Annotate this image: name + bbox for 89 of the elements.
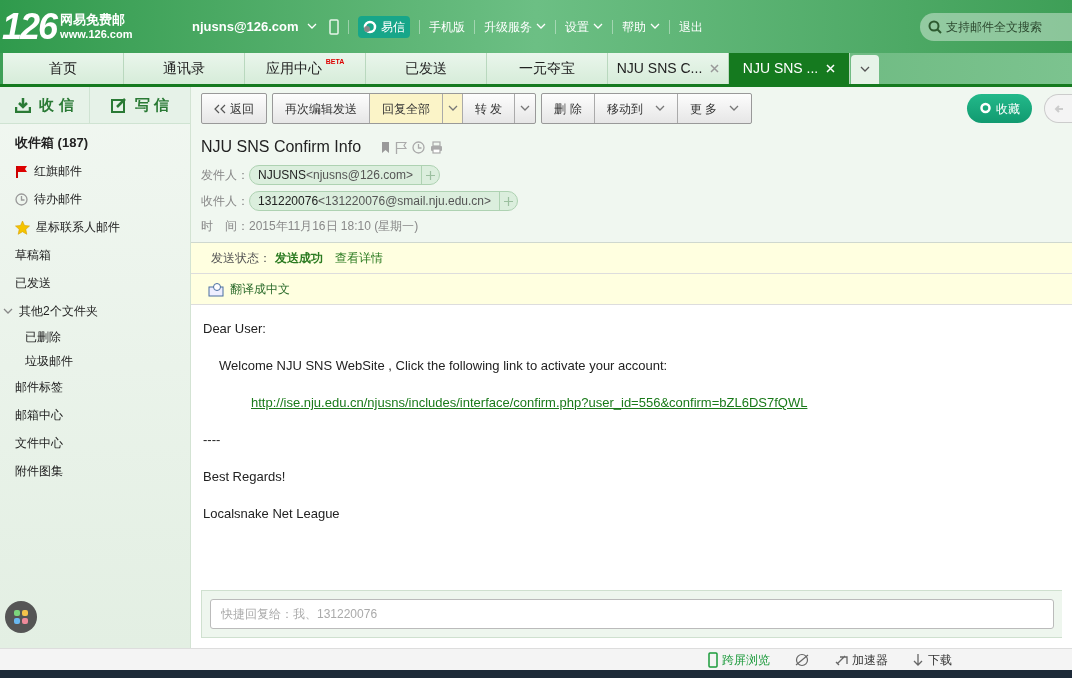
- apps-icon: [14, 610, 28, 624]
- download-icon: [912, 652, 924, 667]
- logo-name: 网易免费邮: [60, 12, 127, 27]
- mail-text: Localsnake Net League: [203, 505, 341, 523]
- contact-address: <njusns@126.com>: [306, 168, 413, 182]
- tab[interactable]: NJU SNS ...: [729, 53, 850, 84]
- chevrons-left-icon: [214, 103, 226, 114]
- caret-icon: [654, 105, 665, 112]
- plus-icon: [425, 170, 435, 180]
- arrow-left-icon: [1053, 103, 1064, 114]
- mail-subject: NJU SNS Confirm Info: [201, 137, 362, 157]
- cross-screen-button[interactable]: 跨屏浏览: [708, 650, 770, 669]
- flag-icon: [15, 164, 28, 178]
- dropdown-button[interactable]: [443, 94, 463, 123]
- caret-icon: [447, 105, 458, 112]
- field-label: 收件人：: [201, 193, 249, 210]
- plus-icon: [504, 196, 514, 206]
- contact-name: NJUSNS: [258, 168, 306, 182]
- download-button[interactable]: 下载: [912, 650, 952, 669]
- search-icon: [928, 20, 942, 34]
- toolbar-button[interactable]: 回复全部: [370, 94, 443, 123]
- accelerator-button[interactable]: 加速器: [834, 650, 888, 669]
- clock-icon: [412, 140, 426, 154]
- caret-icon: [535, 23, 546, 30]
- translate-link[interactable]: 翻译成中文: [230, 280, 290, 298]
- chat-icon: [979, 102, 992, 115]
- back-button[interactable]: 返回: [202, 94, 266, 123]
- tab[interactable]: 首页: [3, 53, 124, 84]
- previous-button[interactable]: [1044, 94, 1072, 123]
- mail-text: Welcome NJU SNS WebSite , Click the following link to activate your account:: [218, 357, 669, 375]
- receive-button[interactable]: 收 信: [0, 87, 90, 123]
- status-value: 发送成功: [275, 250, 323, 267]
- download-icon: [15, 97, 32, 113]
- apps-button[interactable]: [5, 601, 37, 633]
- field-label: 发件人：: [201, 167, 249, 184]
- tab[interactable]: NJU SNS C...: [608, 53, 729, 84]
- folder-item[interactable]: 红旗邮件: [0, 157, 190, 185]
- folder-item[interactable]: 收件箱 (187): [0, 129, 190, 157]
- write-button[interactable]: 写 信: [90, 87, 190, 123]
- mail-text: Best Regards!: [203, 468, 287, 486]
- folder-item[interactable]: 文件中心: [0, 429, 190, 457]
- mail-text: ----: [203, 431, 222, 449]
- folder-item[interactable]: 附件图集: [0, 457, 190, 485]
- contact-name: 131220076: [258, 194, 319, 208]
- toolbar-button[interactable]: 删 除: [542, 94, 595, 123]
- clock-icon: [15, 192, 28, 206]
- folder-item[interactable]: 垃圾邮件: [0, 349, 190, 373]
- caret-icon: [306, 23, 317, 30]
- star-icon: [15, 219, 30, 235]
- quick-reply-field[interactable]: 快捷回复给：我、131220076: [210, 599, 1054, 629]
- caret-icon: [729, 105, 740, 112]
- tab[interactable]: 通讯录: [124, 53, 245, 84]
- phone-icon: [708, 651, 718, 668]
- folder-item[interactable]: 邮箱中心: [0, 401, 190, 429]
- menu-button[interactable]: 移动到: [594, 94, 678, 123]
- logo-number: 126: [2, 8, 57, 45]
- details-link[interactable]: 查看详情: [335, 249, 383, 267]
- toolbar-button[interactable]: 转 发: [463, 94, 516, 123]
- menu-button[interactable]: 更 多: [677, 94, 752, 123]
- activation-link[interactable]: http://ise.nju.edu.cn/njusns/includes/interface/confirm.php?user_id=556&confirm=bZL6DS7fQWL: [251, 395, 808, 410]
- folder-item[interactable]: 待办邮件: [0, 185, 190, 213]
- folder-item[interactable]: 已发送: [0, 269, 190, 297]
- folder-item[interactable]: 星标联系人邮件: [0, 213, 190, 241]
- bookmark-icon: [381, 140, 391, 154]
- contact-address: <131220076@smail.nju.edu.cn>: [318, 194, 492, 208]
- chat-icon: [362, 19, 377, 34]
- folder-item[interactable]: 其他2个文件夹: [0, 297, 190, 325]
- caret-icon: [860, 66, 870, 73]
- caret-icon: [592, 23, 603, 30]
- tab[interactable]: 已发送: [366, 53, 487, 84]
- folder-item[interactable]: 邮件标签: [0, 373, 190, 401]
- translate-icon: [208, 281, 224, 297]
- field-label: 时 间：: [201, 218, 249, 235]
- folder-item[interactable]: 草稿箱: [0, 241, 190, 269]
- phone-icon: [328, 18, 339, 35]
- contact-chip[interactable]: 131220076<131220076@smail.nju.edu.cn>: [249, 191, 519, 211]
- caret-icon: [520, 105, 531, 112]
- tab[interactable]: 一元夺宝: [487, 53, 608, 84]
- mail-text: Dear User:: [203, 320, 267, 338]
- flag-icon: [395, 140, 408, 154]
- caret-icon: [649, 23, 660, 30]
- folder-item[interactable]: 已删除: [0, 325, 190, 349]
- mail-time: 2015年11月16日 18:10 (星期一): [249, 218, 419, 235]
- logo-url: www.126.com: [60, 26, 133, 41]
- edit-icon: [110, 97, 127, 113]
- contact-chip[interactable]: NJUSNS<njusns@126.com>: [249, 165, 440, 185]
- print-icon: [430, 140, 444, 154]
- status-label: 发送状态：: [211, 250, 271, 267]
- tabs-menu-button[interactable]: [851, 55, 879, 84]
